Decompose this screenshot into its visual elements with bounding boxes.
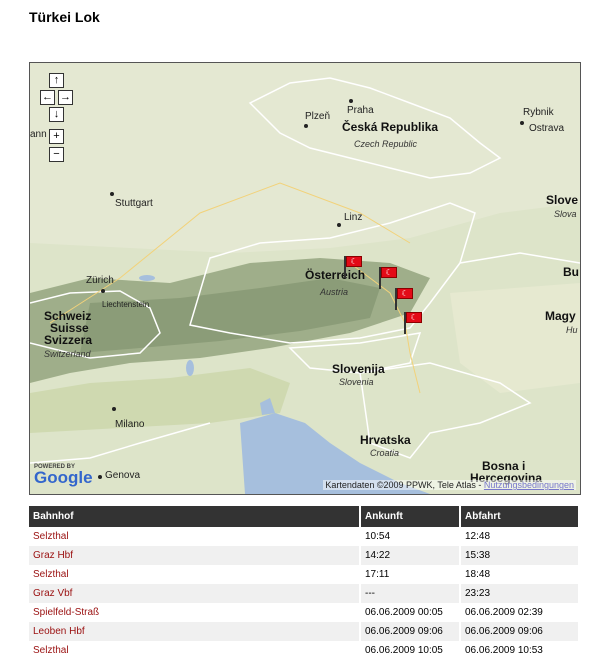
station-link[interactable]: Graz Vbf xyxy=(29,584,361,603)
arrival-cell: 06.06.2009 00:05 xyxy=(360,603,461,622)
station-flag-marker[interactable]: ☾ xyxy=(379,267,397,289)
map-label-slovenia: Slovenia xyxy=(339,377,374,387)
map-label-plzen: Plzeň xyxy=(305,111,331,122)
map-copyright: Kartendaten ©2009 PPWK, Tele Atlas - Nut… xyxy=(323,480,576,490)
google-logo[interactable]: POWERED BY Google xyxy=(34,464,93,488)
departure-cell: 18:48 xyxy=(465,569,491,580)
departure-cell: 23:23 xyxy=(460,584,578,603)
arrival-cell: 10:54 xyxy=(360,527,461,546)
map-label-czech: Czech Republic xyxy=(354,139,418,149)
station-flag-marker[interactable]: ☾ xyxy=(404,312,422,334)
header-arrival: Ankunft xyxy=(360,506,461,527)
table-row: Leoben Hbf 06.06.2009 09:06 06.06.2009 0… xyxy=(29,622,578,641)
map-label-zurich: Zürich xyxy=(86,275,114,286)
table-row: Graz Hbf 14:22 15:38 xyxy=(29,546,578,565)
city-dot xyxy=(304,124,308,128)
map-label-austria: Austria xyxy=(320,287,349,297)
turkish-flag-icon: ☾ xyxy=(381,267,397,278)
zoom-out-button[interactable]: − xyxy=(49,147,64,162)
map-label-svizzera: Svizzera xyxy=(44,333,93,347)
departure-cell: 06.06.2009 02:39 xyxy=(465,607,543,618)
terms-link[interactable]: Nutzungsbedingungen xyxy=(484,480,574,490)
map-label-slove-edge: Slove xyxy=(546,193,579,207)
station-link[interactable]: Graz Hbf xyxy=(29,546,361,565)
map-label-slova-edge: Slova xyxy=(554,209,577,219)
map-label-bu-edge: Bu xyxy=(563,265,579,279)
city-dot xyxy=(349,99,353,103)
map-label-magy-edge: Magy xyxy=(545,309,576,323)
city-dot xyxy=(98,475,102,479)
departure-cell: 06.06.2009 10:53 xyxy=(465,645,543,656)
map-label-stuttgart: Stuttgart xyxy=(115,198,153,209)
city-dot xyxy=(112,407,116,411)
table-row: Selzthal 17:11 18:48 xyxy=(29,565,578,584)
table-row: Selzthal 06.06.2009 10:05 06.06.2009 10:… xyxy=(29,641,578,660)
station-link[interactable]: Spielfeld-Straß xyxy=(29,603,361,622)
station-link[interactable]: Selzthal xyxy=(29,641,361,660)
map-label-hrvatska: Hrvatska xyxy=(360,433,411,447)
map-label-hu-edge: Hu xyxy=(566,325,578,335)
map-label-rybnik: Rybnik xyxy=(523,107,554,118)
copyright-text: Kartendaten ©2009 PPWK, Tele Atlas - xyxy=(325,480,482,490)
zoom-in-button[interactable]: + xyxy=(49,129,64,144)
station-flag-marker[interactable]: ☾ xyxy=(344,256,362,278)
map-label-linz: Linz xyxy=(344,212,363,223)
map-view[interactable]: Praha Česká Republika Czech Republic Plz… xyxy=(29,62,581,495)
page-title: Türkei Lok xyxy=(29,9,100,25)
turkish-flag-icon: ☾ xyxy=(406,312,422,323)
turkish-flag-icon: ☾ xyxy=(346,256,362,267)
departure-cell: 15:38 xyxy=(460,546,578,565)
departure-cell: 12:48 xyxy=(465,531,491,542)
table-row: Spielfeld-Straß 06.06.2009 00:05 06.06.2… xyxy=(29,603,578,622)
header-departure: Abfahrt xyxy=(460,506,578,527)
arrival-cell: 06.06.2009 10:05 xyxy=(360,641,461,660)
city-dot xyxy=(101,289,105,293)
map-label-mann-edge: ann xyxy=(30,129,47,140)
city-dot xyxy=(520,121,524,125)
station-flag-marker[interactable]: ☾ xyxy=(395,288,413,310)
station-link[interactable]: Selzthal xyxy=(29,527,361,546)
turkish-flag-icon: ☾ xyxy=(397,288,413,299)
map-label-liechtenstein: Liechtenstein xyxy=(102,300,150,309)
map-label-ostrava: Ostrava xyxy=(529,123,565,134)
departure-cell: 06.06.2009 09:06 xyxy=(460,622,578,641)
table-row: Graz Vbf --- 23:23 xyxy=(29,584,578,603)
table-row: Selzthal 10:54 12:48 xyxy=(29,527,578,546)
pan-down-button[interactable]: ↓ xyxy=(49,107,64,122)
map-label-slovenija: Slovenija xyxy=(332,362,385,376)
arrival-cell: 17:11 xyxy=(360,565,461,584)
map-label-switzerland: Switzerland xyxy=(44,349,91,359)
table-header-row: Bahnhof Ankunft Abfahrt xyxy=(29,506,578,527)
google-brand-text: Google xyxy=(34,468,93,487)
map-label-croatia: Croatia xyxy=(370,448,400,458)
arrival-cell: 14:22 xyxy=(360,546,461,565)
map-label-genova: Genova xyxy=(105,470,141,481)
map-label-milano: Milano xyxy=(115,419,145,430)
pan-right-button[interactable]: → xyxy=(58,90,73,105)
city-dot xyxy=(110,192,114,196)
map-label-praha: Praha xyxy=(347,105,374,116)
arrival-cell: 06.06.2009 09:06 xyxy=(360,622,461,641)
city-dot xyxy=(337,223,341,227)
map-label-ceska: Česká Republika xyxy=(342,120,439,134)
pan-left-button[interactable]: ← xyxy=(40,90,55,105)
station-link[interactable]: Leoben Hbf xyxy=(29,622,361,641)
station-link[interactable]: Selzthal xyxy=(29,565,361,584)
arrival-cell: --- xyxy=(360,584,461,603)
header-station: Bahnhof xyxy=(29,506,361,527)
schedule-table: Bahnhof Ankunft Abfahrt Selzthal 10:54 1… xyxy=(29,506,578,660)
pan-up-button[interactable]: ↑ xyxy=(49,73,64,88)
